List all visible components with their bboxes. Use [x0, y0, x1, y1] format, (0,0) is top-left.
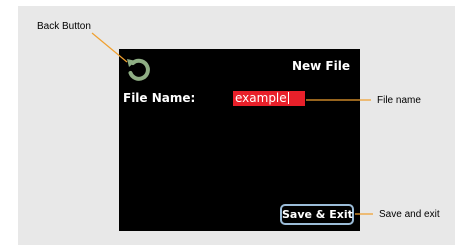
callout-file-name-label: File name [377, 95, 421, 106]
callout-back-label: Back Button [37, 21, 91, 32]
callout-line-back [91, 32, 128, 63]
callout-save-label: Save and exit [379, 209, 440, 220]
